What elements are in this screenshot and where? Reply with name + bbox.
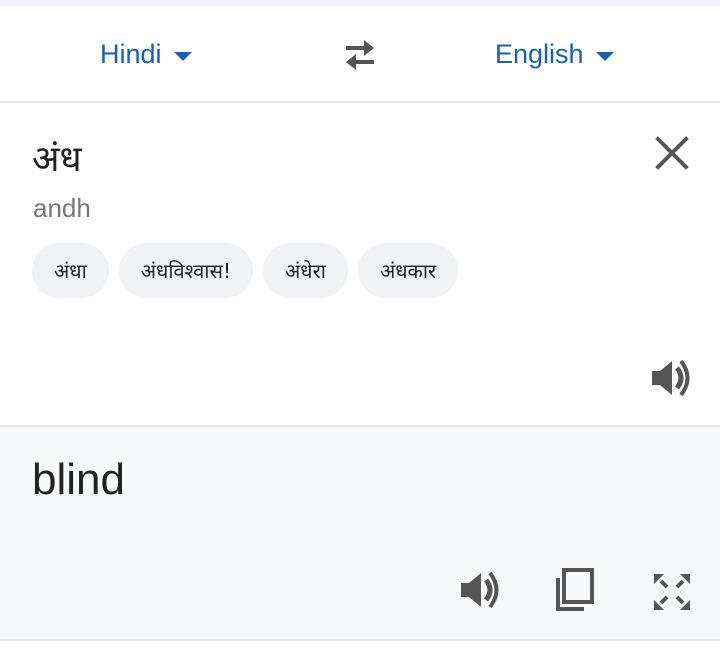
close-icon bbox=[655, 136, 689, 170]
dropdown-caret-icon bbox=[595, 51, 614, 61]
swap-languages-button[interactable] bbox=[336, 34, 384, 74]
transliteration-text: andh bbox=[33, 193, 91, 223]
copy-translation-button[interactable] bbox=[552, 567, 596, 613]
fullscreen-button[interactable] bbox=[650, 570, 694, 614]
copy-icon bbox=[556, 568, 594, 611]
suggestion-chips: अंधा अंधविश्वास! अंधेरा अंधकार bbox=[32, 243, 459, 298]
source-text[interactable]: अंध bbox=[32, 133, 82, 182]
listen-source-button[interactable] bbox=[648, 357, 694, 399]
translation-panel: blind bbox=[0, 427, 720, 639]
target-language-label: English bbox=[495, 38, 584, 69]
source-language-label: Hindi bbox=[100, 38, 162, 69]
dropdown-caret-icon bbox=[173, 51, 192, 61]
translation-text: blind bbox=[32, 455, 125, 504]
listen-translation-button[interactable] bbox=[457, 569, 503, 611]
clear-text-button[interactable] bbox=[652, 133, 692, 173]
fullscreen-icon bbox=[654, 574, 690, 610]
source-panel: अंध andh अंधा अंधविश्वास! अंधेरा अंधकार bbox=[0, 103, 720, 425]
swap-arrows-icon bbox=[346, 40, 374, 70]
bottom-area bbox=[0, 641, 720, 657]
language-bar: Hindi English bbox=[0, 6, 720, 101]
suggestion-chip[interactable]: अंधा bbox=[32, 243, 109, 298]
suggestion-chip[interactable]: अंधकार bbox=[357, 243, 459, 298]
source-language-selector[interactable]: Hindi bbox=[100, 34, 192, 74]
speaker-icon bbox=[652, 359, 690, 397]
target-language-selector[interactable]: English bbox=[495, 34, 614, 74]
speaker-icon bbox=[461, 571, 499, 609]
suggestion-chip[interactable]: अंधेरा bbox=[262, 243, 348, 298]
suggestion-chip[interactable]: अंधविश्वास! bbox=[118, 243, 253, 298]
